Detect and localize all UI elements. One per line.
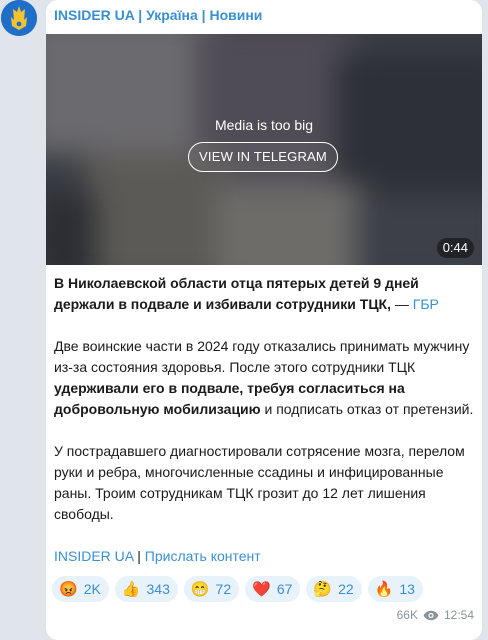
- view-in-telegram-button[interactable]: VIEW IN TELEGRAM: [188, 142, 338, 172]
- message-meta: 66K 12:54: [397, 608, 474, 622]
- fire-emoji-icon: 🔥: [374, 580, 394, 598]
- reaction-angry[interactable]: 😡 2K: [52, 576, 109, 602]
- submit-content-link[interactable]: Прислать контент: [145, 548, 261, 564]
- channel-name[interactable]: INSIDER UA | Україна | Новини: [54, 7, 262, 23]
- trident-icon: [1, 0, 37, 36]
- media-too-big-message: Media is too big: [214, 117, 314, 133]
- eye-icon: [423, 610, 439, 620]
- channel-avatar[interactable]: [1, 0, 37, 36]
- angry-emoji-icon: 😡: [59, 580, 78, 598]
- channel-link[interactable]: INSIDER UA: [54, 548, 133, 564]
- post-text: В Николаевской области отца пятерых дете…: [54, 273, 474, 588]
- reactions-bar: 😡 2K 👍 343 😁 72 ❤️ 67 🤔 22 🔥 13: [52, 576, 423, 602]
- view-count: 66K: [396, 608, 418, 622]
- post-footer: INSIDER UA | Прислать контент: [54, 548, 261, 564]
- reaction-thumbs-up[interactable]: 👍 343: [114, 576, 178, 602]
- grin-emoji-icon: 😁: [190, 580, 210, 598]
- source-link[interactable]: ГБР: [413, 296, 439, 312]
- message-bubble: INSIDER UA | Україна | Новини Media is t…: [46, 0, 482, 640]
- video-preview[interactable]: Media is too big VIEW IN TELEGRAM 0:44: [46, 34, 482, 265]
- post-paragraph-2: Две воинские части в 2024 году отказалис…: [54, 338, 474, 417]
- post-paragraph-3: У пострадавшего диагностировали сотрясен…: [54, 443, 465, 522]
- post-headline: В Николаевской области отца пятерых дете…: [54, 275, 439, 312]
- thumbs-up-emoji-icon: 👍: [121, 580, 141, 598]
- reaction-heart[interactable]: ❤️ 67: [245, 576, 301, 602]
- reaction-thinking[interactable]: 🤔 22: [306, 576, 362, 602]
- post-time: 12:54: [443, 608, 474, 622]
- reaction-fire[interactable]: 🔥 13: [367, 576, 423, 602]
- video-duration: 0:44: [436, 238, 474, 258]
- thinking-emoji-icon: 🤔: [313, 580, 333, 598]
- heart-emoji-icon: ❤️: [252, 580, 271, 598]
- reaction-grin[interactable]: 😁 72: [183, 576, 240, 602]
